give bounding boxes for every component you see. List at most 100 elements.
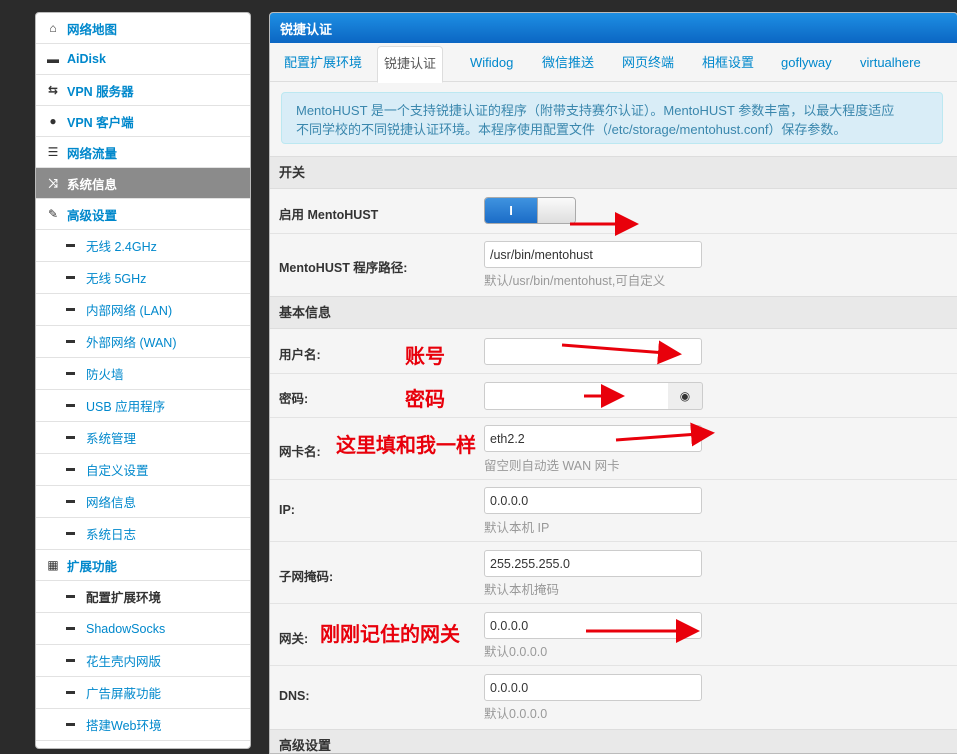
sub-ext-env[interactable]: 配置扩展环境: [36, 581, 250, 613]
sub-wireless-5[interactable]: 无线 5GHz: [36, 262, 250, 294]
wrench-icon: ✎: [47, 207, 59, 221]
nav-vpn-client[interactable]: ● VPN 客户端: [36, 106, 250, 137]
username-input[interactable]: [484, 338, 702, 365]
tab-wechat[interactable]: 微信推送: [536, 46, 600, 80]
grid-icon: ▦: [47, 558, 59, 572]
ip-label: IP:: [279, 503, 295, 517]
dns-label: DNS:: [279, 689, 310, 703]
sub-label: 无线 2.4GHz: [86, 240, 157, 254]
nic-input[interactable]: [484, 425, 702, 452]
gw-label: 网关:: [279, 632, 309, 646]
divider: [270, 665, 957, 666]
sub-label: 花生壳内网版: [86, 655, 162, 669]
divider: [270, 373, 957, 374]
sub-syslog[interactable]: 系统日志: [36, 518, 250, 550]
sub-admin[interactable]: 系统管理: [36, 422, 250, 454]
nav-network-map[interactable]: ⌂ 网络地图: [36, 13, 250, 44]
nav-label: VPN 服务器: [67, 84, 134, 99]
sub-netinfo[interactable]: 网络信息: [36, 486, 250, 518]
tab-terminal[interactable]: 网页终端: [616, 46, 680, 80]
dash-icon: [66, 404, 75, 407]
sub-label: 外部网络 (WAN): [86, 336, 177, 350]
nav-label: VPN 客户端: [67, 115, 134, 130]
tab-bar: 配置扩展环境 锐捷认证 Wifidog 微信推送 网页终端 相框设置 gofly…: [270, 43, 957, 83]
sub-wireless-24[interactable]: 无线 2.4GHz: [36, 230, 250, 262]
dns-hint: 默认0.0.0.0: [484, 707, 548, 721]
sub-shadowsocks[interactable]: ShadowSocks: [36, 613, 250, 645]
dash-icon: [66, 340, 75, 343]
nav-advanced[interactable]: ✎ 高级设置: [36, 199, 250, 230]
sub-firewall[interactable]: 防火墙: [36, 358, 250, 390]
panel-title: 锐捷认证: [270, 13, 957, 43]
sub-adblock[interactable]: 广告屏蔽功能: [36, 677, 250, 709]
dash-icon: [66, 468, 75, 471]
mask-hint: 默认本机掩码: [484, 583, 560, 597]
sub-wan[interactable]: 外部网络 (WAN): [36, 326, 250, 358]
gateway-input[interactable]: [484, 612, 702, 639]
divider: [270, 541, 957, 542]
divider: [270, 233, 957, 234]
divider: [270, 603, 957, 604]
dash-icon: [66, 308, 75, 311]
section-switch: 开关: [270, 156, 957, 189]
show-password-button[interactable]: ◉: [668, 382, 703, 410]
ip-input[interactable]: [484, 487, 702, 514]
annotation-nic: 这里填和我一样: [336, 433, 476, 457]
home-icon: ⌂: [49, 21, 57, 35]
annotation-gateway: 刚刚记住的网关: [320, 622, 460, 646]
sub-lan[interactable]: 内部网络 (LAN): [36, 294, 250, 326]
nav-system-info[interactable]: ⤨ 系统信息: [36, 168, 250, 199]
globe-icon: ●: [49, 114, 57, 128]
sub-label: 广告屏蔽功能: [86, 687, 162, 701]
sub-label: 防火墙: [86, 368, 124, 382]
section-basic: 基本信息: [270, 296, 957, 329]
nav-traffic[interactable]: ☰ 网络流量: [36, 137, 250, 168]
info-line: 不同学校的不同锐捷认证环境。本程序使用配置文件（/etc/storage/men…: [296, 122, 847, 137]
dash-icon: [66, 532, 75, 535]
tab-frame[interactable]: 相框设置: [696, 46, 760, 80]
dash-icon: [66, 244, 75, 247]
nav-label: 系统信息: [67, 177, 118, 192]
annotation-password: 密码: [405, 387, 445, 411]
sub-label: 网络信息: [86, 496, 137, 510]
ip-hint: 默认本机 IP: [484, 521, 550, 535]
tab-wifidog[interactable]: Wifidog: [464, 46, 519, 80]
sub-oray[interactable]: 花生壳内网版: [36, 645, 250, 677]
sidebar: ⌂ 网络地图 ▬ AiDisk ⇆ VPN 服务器 ● VPN 客户端 ☰ 网络流量 ⤨ 系…: [35, 12, 251, 749]
sub-web-env[interactable]: 搭建Web环境: [36, 709, 250, 741]
dns-input[interactable]: [484, 674, 702, 701]
path-input[interactable]: [484, 241, 702, 268]
dash-icon: [66, 595, 75, 598]
sub-label: 系统日志: [86, 528, 137, 542]
gw-hint: 默认0.0.0.0: [484, 645, 548, 659]
dash-icon: [66, 436, 75, 439]
info-alert: MentoHUST 是一个支持锐捷认证的程序（附带支持赛尔认证）。MentoHU…: [281, 92, 943, 144]
nav-label: AiDisk: [67, 52, 106, 66]
sub-label: 无线 5GHz: [86, 272, 147, 286]
netmask-input[interactable]: [484, 550, 702, 577]
nav-extensions[interactable]: ▦ 扩展功能: [36, 550, 250, 581]
sub-label: 系统管理: [86, 432, 137, 446]
divider: [270, 479, 957, 480]
tab-virtualhere[interactable]: virtualhere: [854, 46, 927, 80]
dash-icon: [66, 500, 75, 503]
section-advanced: 高级设置: [270, 729, 957, 753]
dash-icon: [66, 691, 75, 694]
password-input[interactable]: [484, 382, 669, 410]
hdd-icon: ▬: [47, 52, 59, 66]
path-hint: 默认/usr/bin/mentohust,可自定义: [484, 274, 666, 288]
random-icon: ⤨: [48, 175, 58, 190]
tab-goflyway[interactable]: goflyway: [775, 46, 838, 80]
nav-label: 扩展功能: [67, 559, 118, 574]
eye-icon: ◉: [679, 389, 691, 403]
tab-ext-env[interactable]: 配置扩展环境: [278, 46, 368, 80]
nav-aidisk[interactable]: ▬ AiDisk: [36, 44, 250, 75]
tab-ruijie[interactable]: 锐捷认证: [377, 46, 444, 83]
sub-usb[interactable]: USB 应用程序: [36, 390, 250, 422]
sub-custom[interactable]: 自定义设置: [36, 454, 250, 486]
enable-toggle[interactable]: I: [484, 197, 576, 224]
nav-vpn-server[interactable]: ⇆ VPN 服务器: [36, 75, 250, 106]
retweet-icon: ⇆: [47, 83, 59, 97]
dash-icon: [66, 723, 75, 726]
sub-label: USB 应用程序: [86, 400, 166, 414]
